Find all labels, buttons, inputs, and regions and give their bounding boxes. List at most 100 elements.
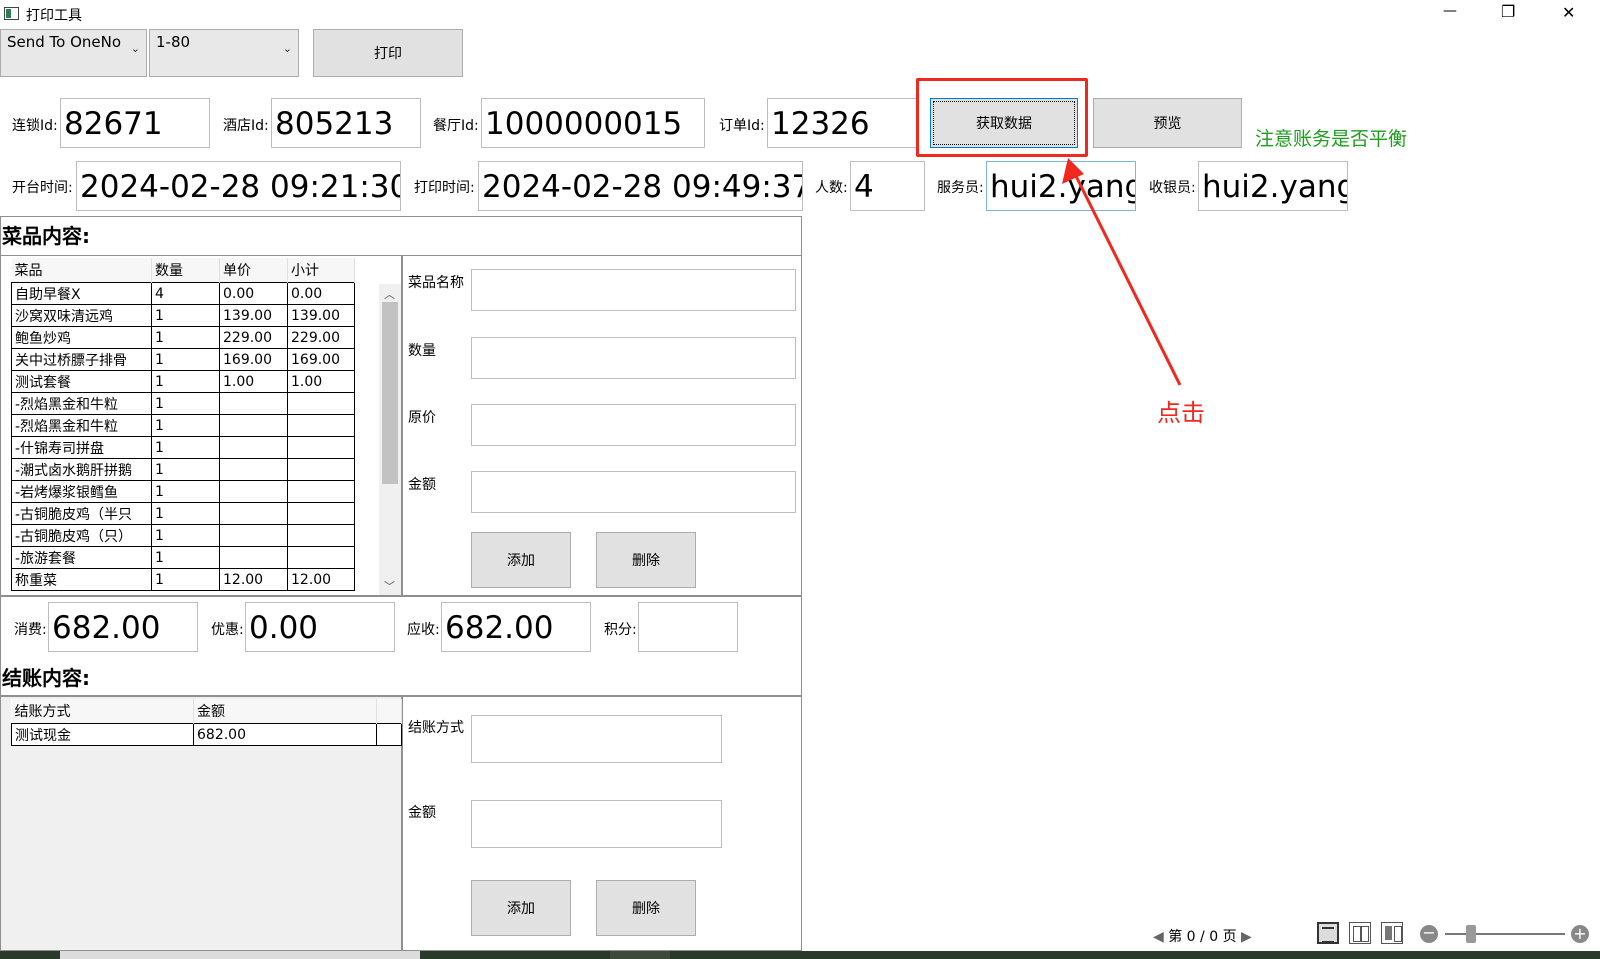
settle-amount-cell[interactable]: 682.00 xyxy=(193,723,377,746)
dish-price-cell[interactable]: 229.00 xyxy=(219,326,288,349)
header-method[interactable]: 结账方式 xyxy=(11,699,194,724)
dish-qty-cell[interactable]: 1 xyxy=(151,480,220,503)
print-time-field[interactable]: 2024-02-28 09:49:37 xyxy=(478,161,803,211)
dish-qty-cell[interactable]: 1 xyxy=(151,370,220,393)
dish-subtotal-cell[interactable] xyxy=(287,480,355,503)
dish-subtotal-cell[interactable] xyxy=(287,392,355,415)
dish-qty-input[interactable] xyxy=(471,337,796,379)
dish-qty-cell[interactable]: 1 xyxy=(151,414,220,437)
dish-name-cell[interactable]: 鲍鱼炒鸡 xyxy=(11,326,152,349)
dish-delete-button[interactable]: 删除 xyxy=(596,532,696,588)
hotel-id-field[interactable]: 805213 xyxy=(271,98,421,148)
dish-subtotal-cell[interactable] xyxy=(287,414,355,437)
dish-name-cell[interactable]: 关中过桥膘子排骨 xyxy=(11,348,152,371)
restore-icon[interactable]: ❐ xyxy=(1501,2,1515,21)
dish-subtotal-cell[interactable]: 1.00 xyxy=(287,370,355,393)
dish-name-cell[interactable]: -什锦寿司拼盘 xyxy=(11,436,152,459)
dish-price-cell[interactable] xyxy=(219,524,288,547)
dish-price-cell[interactable] xyxy=(219,436,288,459)
header-subtotal[interactable]: 小计 xyxy=(287,258,355,283)
scroll-thumb[interactable] xyxy=(382,302,398,484)
dish-subtotal-cell[interactable] xyxy=(287,436,355,459)
close-icon[interactable]: ✕ xyxy=(1562,3,1575,22)
cashier-field[interactable]: hui2.yang xyxy=(1198,161,1348,211)
dish-price-cell[interactable] xyxy=(219,414,288,437)
guests-field[interactable]: 4 xyxy=(850,161,925,211)
dish-price-cell[interactable] xyxy=(219,480,288,503)
preview-button[interactable]: 预览 xyxy=(1093,98,1242,148)
scroll-down-icon[interactable]: ﹀ xyxy=(384,578,395,594)
settle-delete-button[interactable]: 删除 xyxy=(596,880,696,936)
dish-subtotal-cell[interactable]: 0.00 xyxy=(287,282,355,305)
table-row[interactable]: -古铜脆皮鸡（半只 1 xyxy=(11,502,355,525)
dish-price-input[interactable] xyxy=(471,404,796,446)
dish-name-input[interactable] xyxy=(471,269,796,311)
dish-price-cell[interactable]: 0.00 xyxy=(219,282,288,305)
dish-name-cell[interactable]: 自助早餐X xyxy=(11,282,152,305)
dish-name-cell[interactable]: -古铜脆皮鸡（只） xyxy=(11,524,152,547)
table-row[interactable]: 测试套餐 1 1.00 1.00 xyxy=(11,370,355,393)
two-page-view-icon[interactable] xyxy=(1349,922,1371,944)
zoom-slider-thumb[interactable] xyxy=(1466,925,1476,943)
range-select[interactable]: 1-80 ⌄ xyxy=(149,29,299,77)
table-row[interactable]: -岩烤爆浆银鳕鱼 1 xyxy=(11,480,355,503)
table-row[interactable]: -潮式卤水鹅肝拼鹅 1 xyxy=(11,458,355,481)
dish-qty-cell[interactable]: 4 xyxy=(151,282,220,305)
table-row[interactable]: 称重菜 1 12.00 12.00 xyxy=(11,568,355,591)
zoom-out-icon[interactable]: − xyxy=(1420,925,1438,943)
dish-name-cell[interactable]: -岩烤爆浆银鳕鱼 xyxy=(11,480,152,503)
dish-name-cell[interactable]: 沙窝双味清远鸡 xyxy=(11,304,152,327)
restaurant-id-field[interactable]: 1000000015 xyxy=(481,98,705,148)
table-row[interactable]: -旅游套餐 1 xyxy=(11,546,355,569)
dish-price-cell[interactable]: 12.00 xyxy=(219,568,288,591)
settle-method-input[interactable] xyxy=(471,715,722,763)
open-time-field[interactable]: 2024-02-28 09:21:30 xyxy=(76,161,401,211)
dish-qty-cell[interactable]: 1 xyxy=(151,524,220,547)
dish-qty-cell[interactable]: 1 xyxy=(151,304,220,327)
receivable-field[interactable]: 682.00 xyxy=(441,602,591,652)
zoom-slider[interactable] xyxy=(1445,933,1565,935)
dish-name-cell[interactable]: -旅游套餐 xyxy=(11,546,152,569)
consume-field[interactable]: 682.00 xyxy=(48,602,198,652)
dish-subtotal-cell[interactable]: 229.00 xyxy=(287,326,355,349)
settle-add-button[interactable]: 添加 xyxy=(471,880,571,936)
table-row[interactable]: -古铜脆皮鸡（只） 1 xyxy=(11,524,355,547)
table-row[interactable]: 鲍鱼炒鸡 1 229.00 229.00 xyxy=(11,326,355,349)
dish-price-cell[interactable] xyxy=(219,502,288,525)
table-row[interactable]: -烈焰黑金和牛粒 1 xyxy=(11,414,355,437)
points-field[interactable] xyxy=(638,602,738,652)
table-row[interactable]: -什锦寿司拼盘 1 xyxy=(11,436,355,459)
dish-price-cell[interactable] xyxy=(219,546,288,569)
header-price[interactable]: 单价 xyxy=(219,258,288,283)
table-row[interactable]: -烈焰黑金和牛粒 1 xyxy=(11,392,355,415)
dish-amount-input[interactable] xyxy=(471,471,796,513)
zoom-in-icon[interactable]: + xyxy=(1571,925,1589,943)
minimize-icon[interactable]: — xyxy=(1443,3,1457,19)
table-row[interactable]: 测试现金 682.00 xyxy=(11,723,402,746)
table-row[interactable]: 沙窝双味清远鸡 1 139.00 139.00 xyxy=(11,304,355,327)
header-amount[interactable]: 金额 xyxy=(193,699,377,724)
dish-qty-cell[interactable]: 1 xyxy=(151,392,220,415)
order-id-field[interactable]: 12326 xyxy=(767,98,917,148)
dish-add-button[interactable]: 添加 xyxy=(471,532,571,588)
dish-subtotal-cell[interactable] xyxy=(287,524,355,547)
single-page-view-icon[interactable] xyxy=(1317,922,1339,944)
table-row[interactable]: 自助早餐X 4 0.00 0.00 xyxy=(11,282,355,305)
dish-qty-cell[interactable]: 1 xyxy=(151,348,220,371)
print-button[interactable]: 打印 xyxy=(313,29,463,77)
dish-price-cell[interactable]: 139.00 xyxy=(219,304,288,327)
dish-qty-cell[interactable]: 1 xyxy=(151,326,220,349)
dish-qty-cell[interactable]: 1 xyxy=(151,436,220,459)
dish-subtotal-cell[interactable] xyxy=(287,502,355,525)
dish-subtotal-cell[interactable] xyxy=(287,546,355,569)
dish-qty-cell[interactable]: 1 xyxy=(151,546,220,569)
chain-id-field[interactable]: 82671 xyxy=(60,98,210,148)
dish-name-cell[interactable]: -古铜脆皮鸡（半只 xyxy=(11,502,152,525)
dish-qty-cell[interactable]: 1 xyxy=(151,502,220,525)
header-dish[interactable]: 菜品 xyxy=(11,258,152,283)
dish-price-cell[interactable]: 169.00 xyxy=(219,348,288,371)
dish-subtotal-cell[interactable]: 12.00 xyxy=(287,568,355,591)
printer-select[interactable]: Send To OneNo ⌄ xyxy=(0,29,147,77)
header-qty[interactable]: 数量 xyxy=(151,258,220,283)
dish-name-cell[interactable]: -烈焰黑金和牛粒 xyxy=(11,392,152,415)
